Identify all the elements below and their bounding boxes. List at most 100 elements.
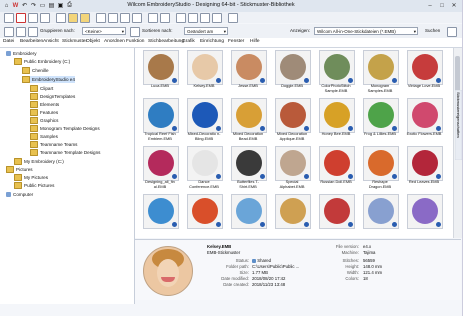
tree-item[interactable]: DesignTemplates xyxy=(30,93,75,100)
tree-item-label: Monogram Template Designs xyxy=(40,126,100,131)
status-bar xyxy=(0,304,462,316)
menu-item-funktion[interactable]: Funktion xyxy=(126,39,144,44)
folder-icon[interactable] xyxy=(80,13,90,23)
home-tool-icon[interactable] xyxy=(4,13,14,23)
design-tile[interactable]: Frog & Lillies.EMB xyxy=(361,98,399,143)
menu-item-grafik[interactable]: Grafik xyxy=(182,39,195,44)
paste-icon[interactable] xyxy=(120,13,130,23)
heart-tool-icon[interactable] xyxy=(28,13,38,23)
design-thumbnail xyxy=(407,98,443,133)
tree-item[interactable]: Public Embroidery (C:) xyxy=(14,58,70,65)
design-preview-image xyxy=(148,150,174,176)
folder-icon xyxy=(30,149,38,156)
save-design-icon[interactable] xyxy=(148,13,158,23)
design-tile[interactable]: Red Leaves.EMB xyxy=(405,146,443,191)
design-tile[interactable]: Kelsey.EMB xyxy=(185,50,223,95)
menu-item-datei[interactable]: Datei xyxy=(3,39,14,44)
tree-item[interactable]: Pictures xyxy=(6,166,33,173)
tree-item[interactable]: Public Pictures xyxy=(14,182,54,189)
tree-item[interactable]: Chenille xyxy=(22,67,49,74)
menu-item-stickmuster[interactable]: Stickmuster xyxy=(62,39,87,44)
design-tile[interactable] xyxy=(361,194,399,238)
tree-item[interactable]: Elements xyxy=(30,101,59,108)
design-tile[interactable] xyxy=(141,194,179,238)
design-preview-image xyxy=(368,198,394,224)
emb-format-icon xyxy=(260,78,265,83)
close-icon[interactable]: ✕ xyxy=(448,1,460,10)
tree-item[interactable]: Graphics xyxy=(30,117,58,124)
search-icon[interactable] xyxy=(447,27,457,37)
design-tile[interactable]: Butterflies T-Shirt.EMB xyxy=(229,146,267,191)
tree-item[interactable]: Teamname Teams xyxy=(30,141,77,148)
design-tile[interactable] xyxy=(185,194,223,238)
sort-icon[interactable] xyxy=(130,27,140,37)
new-design-icon[interactable] xyxy=(56,13,66,23)
design-tile[interactable]: Mixed Decoration Applique.EMB xyxy=(273,98,311,143)
tree-item[interactable]: Computer xyxy=(6,191,33,198)
design-tile[interactable]: Jesse.EMB xyxy=(229,50,267,95)
design-tile[interactable]: Mixed-Decoratio n-Bling.EMB xyxy=(185,98,223,143)
folder-icon xyxy=(14,58,22,65)
open-icon[interactable] xyxy=(68,13,78,23)
design-tile[interactable] xyxy=(405,194,443,238)
design-tile[interactable] xyxy=(229,194,267,238)
tile-view-icon[interactable] xyxy=(4,27,14,37)
menu-item-anordnen[interactable]: Anordnen xyxy=(104,39,125,44)
view-icon[interactable] xyxy=(228,13,238,23)
design-tile[interactable]: Special Alphabet.EMB xyxy=(273,146,311,191)
print-setup-icon[interactable] xyxy=(200,13,210,23)
design-tile[interactable]: Vintage Love.EMB xyxy=(405,50,443,95)
design-tile[interactable]: Designing_all_fin al.EMB xyxy=(141,146,179,191)
design-tile[interactable]: Mixed Decoration Bead.EMB xyxy=(229,98,267,143)
design-tile[interactable]: ColorPhotoStitch Sample.EMB xyxy=(317,50,355,95)
print-design-icon[interactable] xyxy=(188,13,198,23)
tree-item[interactable]: Monogram Template Designs xyxy=(30,125,100,132)
minimize-icon[interactable]: – xyxy=(424,1,436,10)
menu-item-bearbeiten[interactable]: Bearbeiten xyxy=(20,39,43,44)
tree-item[interactable]: Clipart xyxy=(30,85,53,92)
cut-icon[interactable] xyxy=(96,13,106,23)
menu-item-stichbearbeitung[interactable]: Stichbearbeitung xyxy=(148,39,184,44)
tree-item[interactable]: My Pictures xyxy=(14,174,48,181)
tree-item[interactable]: Samples xyxy=(30,133,58,140)
menu-item-objekt[interactable]: Objekt xyxy=(86,39,100,44)
maximize-icon[interactable]: □ xyxy=(436,1,448,10)
tree-item[interactable]: Teamname Template Designs xyxy=(30,149,100,156)
design-filename: Butterflies T-Shirt.EMB xyxy=(237,179,259,189)
menu-item-einrichtung[interactable]: Einrichtung xyxy=(200,39,224,44)
gruppieren-select[interactable]: <Keine> xyxy=(82,27,126,35)
info-icon[interactable] xyxy=(16,27,26,37)
export-icon[interactable] xyxy=(160,13,170,23)
design-tile[interactable]: Luca.EMB xyxy=(141,50,179,95)
tree-item[interactable]: Embroidery xyxy=(6,50,37,57)
embroidery-tool-icon[interactable] xyxy=(16,13,26,23)
design-tile[interactable]: Monogram Samples.EMB xyxy=(361,50,399,95)
list-view-icon[interactable] xyxy=(28,27,38,37)
design-tool-icon[interactable] xyxy=(40,13,50,23)
window-title: Wilcom EmbroideryStudio - Designing 64-b… xyxy=(127,2,295,8)
design-tile[interactable]: Tropical Reef Fish Emblem.EMB xyxy=(141,98,179,143)
design-tile[interactable]: Reshape Dragon.EMB xyxy=(361,146,399,191)
properties-sidetab[interactable]: Stickmustereigenschaften xyxy=(455,90,462,160)
design-tile[interactable]: Doggie.EMB xyxy=(273,50,311,95)
design-tile[interactable]: Honey Bee.EMB xyxy=(317,98,355,143)
design-tile[interactable]: Russian Doll.EMB xyxy=(317,146,355,191)
delete-icon[interactable] xyxy=(132,13,142,23)
anzeigen-select[interactable]: Wilcom All-in-One-Stickdateien (*.EMB) xyxy=(314,27,418,35)
tree-item[interactable]: My Embroidery (C:) xyxy=(14,158,64,165)
copy-icon[interactable] xyxy=(108,13,118,23)
menu-item-hilfe[interactable]: Hilfe xyxy=(250,39,260,44)
design-tile[interactable] xyxy=(317,194,355,238)
menu-item-ansicht[interactable]: Ansicht xyxy=(43,39,59,44)
tree-item[interactable]: Features xyxy=(30,109,58,116)
design-tile[interactable]: Exotic Flowers.EMB xyxy=(405,98,443,143)
design-tile[interactable] xyxy=(273,194,311,238)
emb-format-icon xyxy=(304,222,309,227)
print-preview-icon[interactable] xyxy=(176,13,186,23)
design-tile[interactable]: Dance Conference.EMB xyxy=(185,146,223,191)
sortieren-select[interactable]: Geändert am xyxy=(184,27,228,35)
properties-icon[interactable] xyxy=(212,13,222,23)
menu-item-fenster[interactable]: Fenster xyxy=(228,39,244,44)
tree-item[interactable]: EmbroideryStudio e4 xyxy=(22,76,75,83)
tree-item-label: My Embroidery (C:) xyxy=(24,159,64,164)
